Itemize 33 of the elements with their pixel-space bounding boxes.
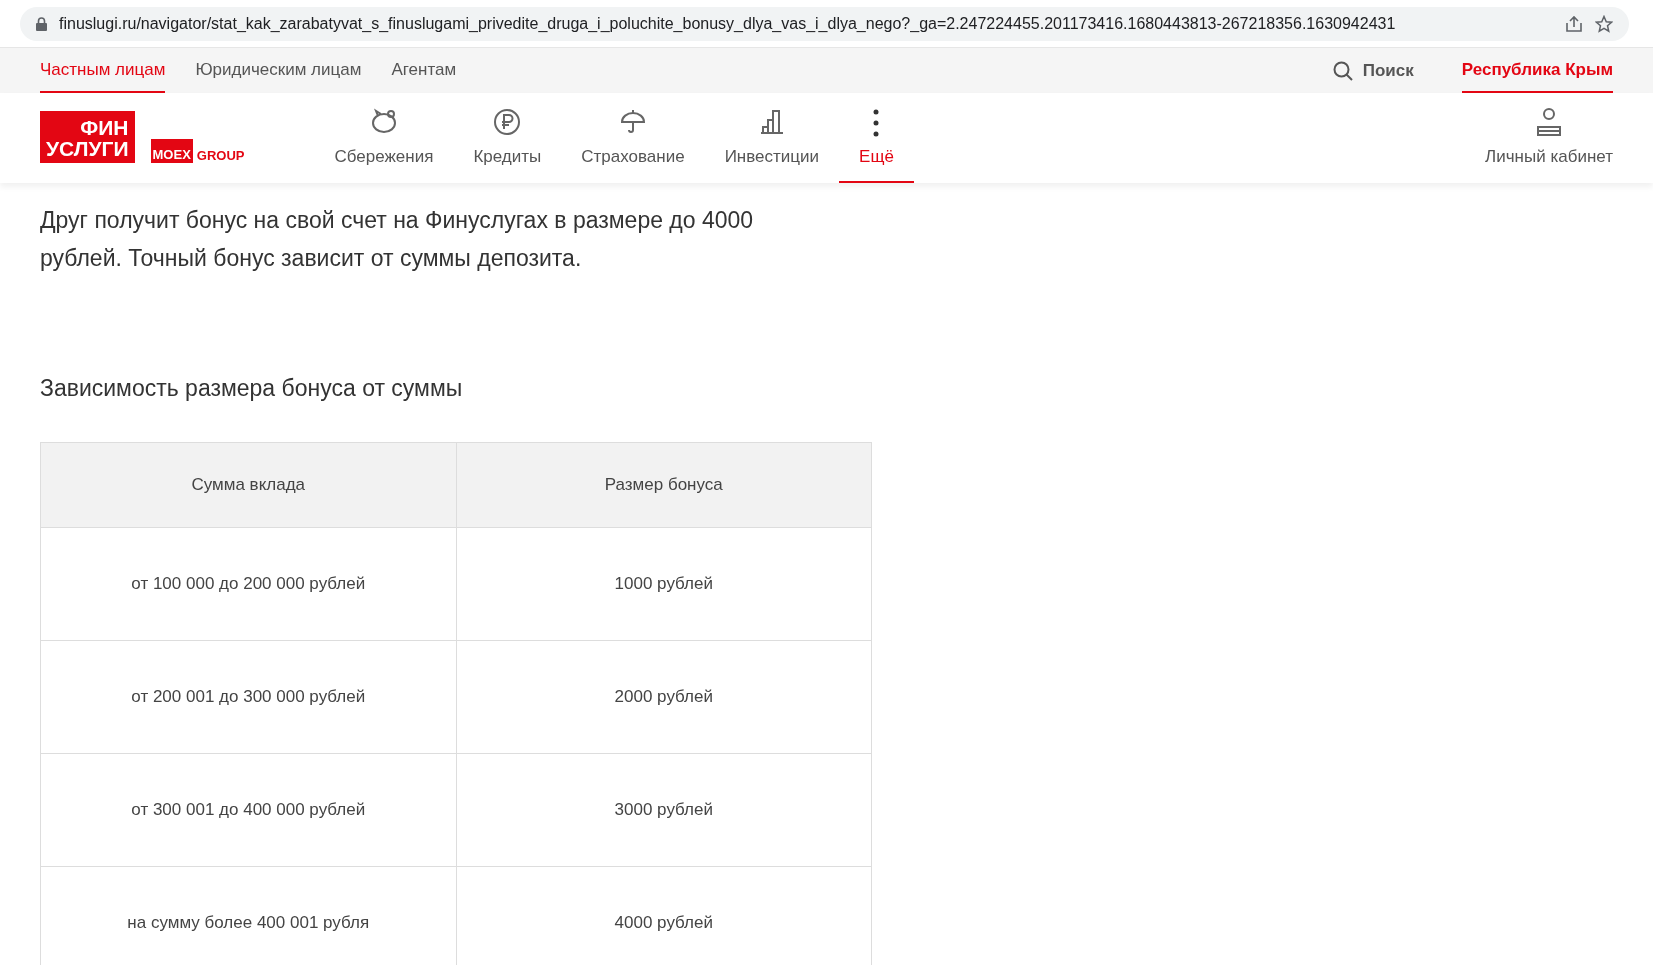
ruble-coin-icon [492, 107, 523, 137]
table-cell: на сумму более 400 001 рубля [40, 866, 456, 965]
nav-item[interactable]: Страхование [561, 93, 705, 183]
share-icon[interactable] [1565, 14, 1583, 33]
section-title: Зависимость размера бонуса от суммы [40, 375, 464, 402]
moex-logo: MOEX GROUP [150, 139, 245, 163]
star-icon[interactable] [1595, 14, 1613, 33]
address-bar[interactable]: finuslugi.ru/navigator/stat_kak_zarabatyvat_s_finuslugami_privedite_druga_i_poluchite_bonusy_dlya_vas_i_dlya_nego?_ga=2.247224455.201173416.1680443813-267218356.1630942431 [20, 6, 1629, 41]
lock-icon [36, 16, 47, 31]
url-text: finuslugi.ru/navigator/stat_kak_zarabatyvat_s_finuslugami_privedite_druga_i_poluchite_bonusy_dlya_vas_i_dlya_nego?_ga=2.247224455.201173416.1680443813-267218356.1630942431 [59, 14, 1396, 33]
nav-item[interactable]: Сбережения [314, 93, 454, 183]
nav-item[interactable]: Инвестиции [704, 93, 840, 183]
search-icon [1332, 60, 1353, 81]
audience-tab[interactable]: Агентам [391, 48, 457, 93]
more-icon [873, 109, 880, 137]
region-link[interactable]: Республика Крым [1461, 48, 1613, 93]
account-link[interactable]: Личный кабинет [1465, 93, 1613, 183]
table-cell: 2000 рублей [456, 640, 872, 754]
audience-tab[interactable]: Юридическим лицам [195, 48, 362, 93]
table-cell: 1000 рублей [456, 527, 872, 641]
table-cell: от 100 000 до 200 000 рублей [40, 527, 456, 641]
table-cell: 3000 рублей [456, 753, 872, 867]
audience-tab[interactable]: Частным лицам [40, 48, 166, 93]
user-icon [1536, 107, 1563, 137]
column-header: Сумма вклада [40, 442, 456, 528]
logo[interactable]: ФИН УСЛУГИ [40, 111, 135, 163]
column-header: Размер бонуса [456, 442, 872, 528]
intro-paragraph: Друг получит бонус на свой счет на Финуслугах в размере до 4000 рублей. Точный бонус зависит от суммы депозита. [40, 206, 755, 273]
nav-item[interactable]: Кредиты [453, 93, 562, 183]
nav-item[interactable]: Ещё [839, 93, 914, 183]
table-cell: от 300 001 до 400 000 рублей [40, 753, 456, 867]
table-cell: от 200 001 до 300 000 рублей [40, 640, 456, 754]
search-button[interactable]: Поиск [1332, 48, 1414, 93]
